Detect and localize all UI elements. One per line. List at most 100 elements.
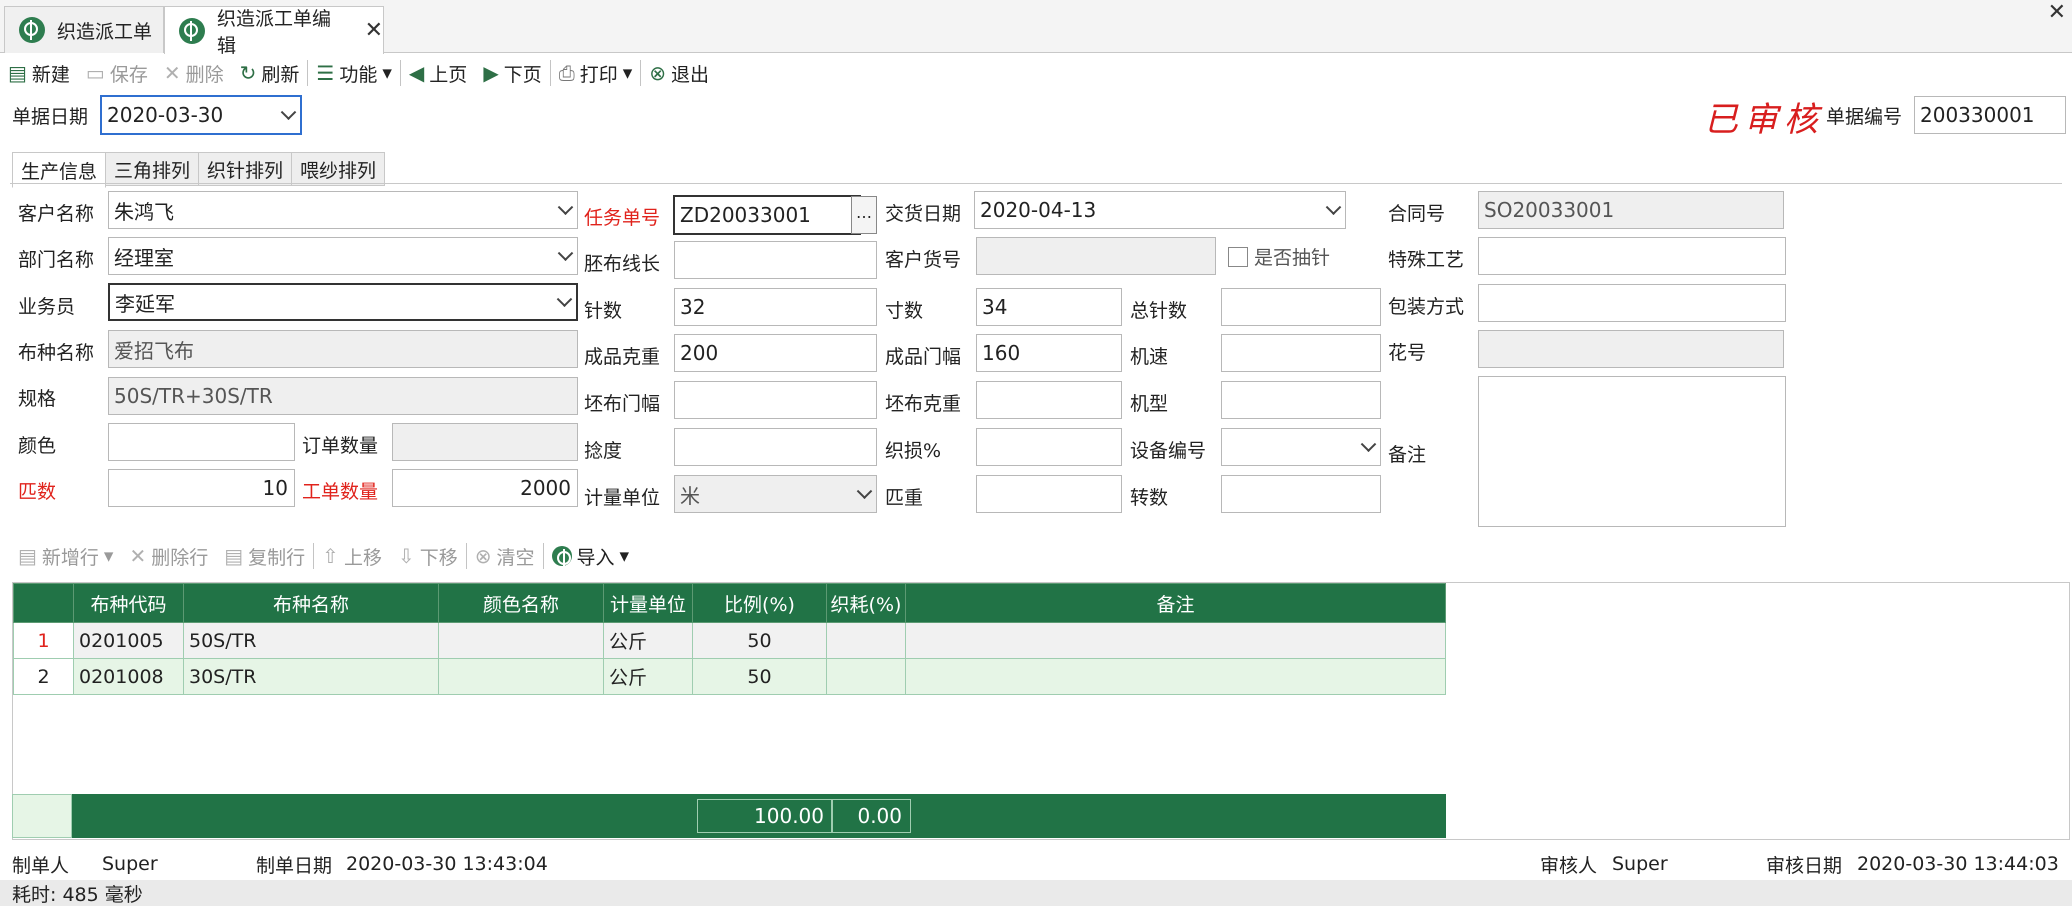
packing-field[interactable] bbox=[1478, 284, 1786, 322]
cell-ratio[interactable]: 50 bbox=[692, 658, 827, 695]
weight-field[interactable]: 200 bbox=[674, 334, 877, 372]
main-toolbar: ▤ 新建 ▭ 保存 ✕ 删除 ↻ 刷新 ☰ 功能 ▾ ◀ 上页 ▶ 下页 ⎙ 打印 ▾ ⊗ 退出 bbox=[0, 56, 2072, 90]
sample-needle-checkbox[interactable]: 是否抽针 bbox=[1228, 243, 1330, 270]
cell-color[interactable] bbox=[438, 622, 604, 659]
clear-button[interactable]: ⊗ 清空 bbox=[467, 541, 543, 571]
move-up-button[interactable]: ⇧ 上移 bbox=[314, 541, 390, 571]
total-needles-field[interactable] bbox=[1221, 288, 1381, 326]
tab-dispatch-edit[interactable]: 织造派工单编辑 ✕ bbox=[164, 6, 384, 57]
salesman-select[interactable]: 李延军 bbox=[108, 283, 578, 321]
unit-select[interactable]: 米 bbox=[674, 475, 877, 513]
delivery-date-picker[interactable]: 2020-04-13 bbox=[974, 191, 1346, 229]
contract-field[interactable]: SO20033001 bbox=[1478, 191, 1784, 229]
cell-unit[interactable]: 公斤 bbox=[603, 622, 693, 659]
window-close-icon[interactable]: ✕ bbox=[2048, 0, 2066, 25]
table-row[interactable]: 2 0201008 30S/TR 公斤 50 bbox=[13, 658, 1446, 695]
piece-weight-label: 匹重 bbox=[885, 487, 924, 509]
cell-code[interactable]: 0201005 bbox=[73, 622, 184, 659]
turns-field[interactable] bbox=[1221, 475, 1381, 513]
lookup-button[interactable]: … bbox=[851, 196, 877, 234]
cell-remark[interactable] bbox=[905, 658, 1446, 695]
work-qty-field[interactable]: 2000 bbox=[392, 469, 578, 507]
table-row[interactable]: 1 0201005 50S/TR 公斤 50 bbox=[13, 622, 1446, 659]
remark-textarea[interactable] bbox=[1478, 376, 1786, 527]
pattern-no-field[interactable] bbox=[1478, 330, 1784, 368]
cell-remark[interactable] bbox=[905, 622, 1446, 659]
delete-row-button[interactable]: ✕ 删除行 bbox=[121, 541, 216, 571]
cell-color[interactable] bbox=[438, 658, 604, 695]
exit-button[interactable]: ⊗ 退出 bbox=[641, 58, 717, 88]
print-button[interactable]: ⎙ 打印 ▾ bbox=[551, 58, 641, 88]
next-page-button[interactable]: ▶ 下页 bbox=[475, 58, 549, 88]
customer-select[interactable]: 朱鸿飞 bbox=[108, 191, 578, 229]
row-number: 1 bbox=[13, 622, 74, 659]
column-header[interactable]: 织耗(%) bbox=[826, 583, 906, 623]
equip-no-select[interactable] bbox=[1221, 428, 1381, 466]
finished-width-field[interactable]: 160 bbox=[976, 334, 1122, 372]
move-down-button[interactable]: ⇩ 下移 bbox=[390, 541, 466, 571]
prev-page-button[interactable]: ◀ 上页 bbox=[401, 58, 475, 88]
checkbox-icon[interactable] bbox=[1228, 246, 1248, 267]
chevron-down-icon[interactable] bbox=[280, 104, 297, 121]
chevron-down-icon[interactable] bbox=[856, 483, 873, 500]
speed-field[interactable] bbox=[1221, 334, 1381, 372]
doc-date-picker[interactable]: 2020-03-30 bbox=[100, 95, 302, 135]
cell-loss[interactable] bbox=[826, 658, 906, 695]
column-header[interactable]: 颜色名称 bbox=[438, 583, 604, 623]
task-no-field[interactable]: ZD20033001 bbox=[673, 195, 861, 235]
special-process-label: 特殊工艺 bbox=[1388, 249, 1465, 271]
cust-item-field[interactable] bbox=[976, 237, 1216, 275]
tab-dispatch-list[interactable]: 织造派工单 bbox=[4, 6, 164, 53]
arrow-left-icon: ◀ bbox=[408, 61, 425, 85]
column-header[interactable]: 比例(%) bbox=[692, 583, 827, 623]
needles-field[interactable]: 32 bbox=[674, 288, 877, 326]
machine-type-field[interactable] bbox=[1221, 381, 1381, 419]
column-header[interactable]: 布种代码 bbox=[73, 583, 184, 623]
tab-feed-layout[interactable]: 喂纱排列 bbox=[291, 152, 386, 186]
arrow-up-icon: ⇧ bbox=[322, 544, 339, 568]
tab-cam-layout[interactable]: 三角排列 bbox=[105, 152, 200, 186]
order-qty-field[interactable] bbox=[392, 423, 578, 461]
cell-name[interactable]: 30S/TR bbox=[183, 658, 439, 695]
delete-button[interactable]: ✕ 删除 bbox=[156, 58, 232, 88]
refresh-button[interactable]: ↻ 刷新 bbox=[232, 58, 308, 88]
spec-field[interactable]: 50S/TR+30S/TR bbox=[108, 377, 578, 415]
loop-length-field[interactable] bbox=[674, 241, 877, 279]
color-field[interactable] bbox=[108, 423, 295, 461]
grid-table: 布种代码 布种名称 颜色名称 计量单位 比例(%) 织耗(%) 备注 1 020… bbox=[13, 583, 1446, 695]
loss-field[interactable] bbox=[976, 428, 1122, 466]
close-icon[interactable]: ✕ bbox=[365, 18, 383, 43]
cell-code[interactable]: 0201008 bbox=[73, 658, 184, 695]
tab-needle-layout[interactable]: 织针排列 bbox=[198, 152, 293, 186]
column-header[interactable]: 布种名称 bbox=[183, 583, 439, 623]
twist-field[interactable] bbox=[674, 428, 877, 466]
chevron-down-icon[interactable] bbox=[1360, 436, 1377, 453]
save-button[interactable]: ▭ 保存 bbox=[78, 58, 156, 88]
add-row-button[interactable]: ▤ 新增行 ▾ bbox=[10, 541, 121, 571]
import-button[interactable]: 导入 ▾ bbox=[544, 541, 638, 571]
chevron-down-icon[interactable] bbox=[557, 199, 574, 216]
copy-row-button[interactable]: ▤ 复制行 bbox=[216, 541, 313, 571]
column-header[interactable]: 备注 bbox=[905, 583, 1446, 623]
new-button[interactable]: ▤ 新建 bbox=[0, 58, 78, 88]
grey-width-field[interactable] bbox=[674, 381, 877, 419]
piece-weight-field[interactable] bbox=[976, 475, 1122, 513]
arrow-down-icon: ⇩ bbox=[397, 544, 415, 568]
pieces-field[interactable]: 10 bbox=[108, 469, 295, 507]
cell-name[interactable]: 50S/TR bbox=[183, 622, 439, 659]
special-process-field[interactable] bbox=[1478, 237, 1786, 275]
chevron-down-icon[interactable] bbox=[557, 245, 574, 262]
fabric-field[interactable]: 爱招飞布 bbox=[108, 330, 578, 368]
chevron-down-icon[interactable] bbox=[556, 291, 573, 308]
dept-select[interactable]: 经理室 bbox=[108, 237, 578, 275]
doc-no-field[interactable]: 200330001 bbox=[1914, 96, 2066, 134]
function-menu-button[interactable]: ☰ 功能 ▾ bbox=[308, 58, 400, 88]
grey-weight-field[interactable] bbox=[976, 381, 1122, 419]
chevron-down-icon[interactable] bbox=[1325, 199, 1342, 216]
cell-loss[interactable] bbox=[826, 622, 906, 659]
inch-field[interactable]: 34 bbox=[976, 288, 1122, 326]
cell-ratio[interactable]: 50 bbox=[692, 622, 827, 659]
cell-unit[interactable]: 公斤 bbox=[603, 658, 693, 695]
column-header[interactable]: 计量单位 bbox=[603, 583, 693, 623]
summary-lead-cell bbox=[12, 794, 72, 838]
